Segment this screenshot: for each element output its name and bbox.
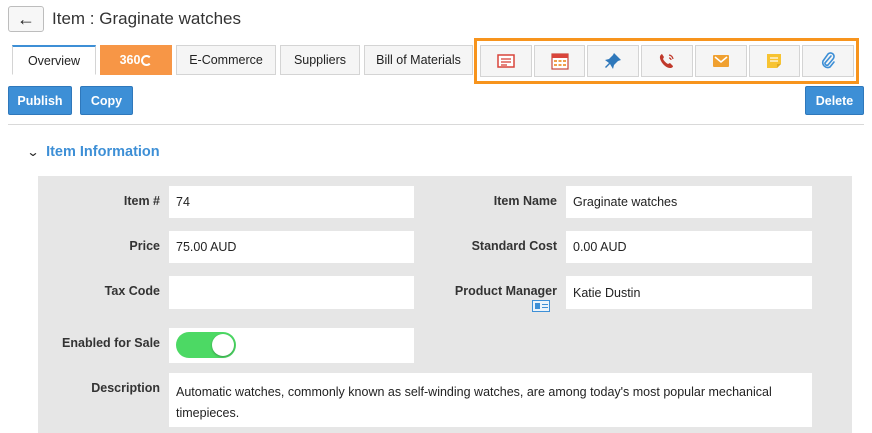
delete-button[interactable]: Delete <box>805 86 864 115</box>
price-field[interactable]: 75.00 AUD <box>169 231 414 263</box>
tab-bill-of-materials[interactable]: Bill of Materials <box>364 45 473 75</box>
item-number-field[interactable]: 74 <box>169 186 414 218</box>
contact-card-icon[interactable] <box>532 300 550 312</box>
price-label: Price <box>129 239 160 253</box>
tab-notes-list[interactable] <box>480 45 532 77</box>
tab-overview[interactable]: Overview <box>12 45 96 75</box>
item-number-label: Item # <box>123 194 160 208</box>
tab-360[interactable]: 360 <box>100 45 172 75</box>
tab-email[interactable] <box>694 45 747 77</box>
phone-icon <box>659 54 674 68</box>
tab-e-commerce[interactable]: E-Commerce <box>176 45 276 75</box>
tab-calendar[interactable] <box>533 45 586 77</box>
tab-calls[interactable] <box>641 45 693 77</box>
description-field[interactable]: Automatic watches, commonly known as sel… <box>169 373 812 427</box>
page-title: Item : Graginate watches <box>52 9 241 28</box>
pin-icon <box>605 53 622 69</box>
product-manager-label: Product Manager <box>454 284 557 298</box>
refresh-icon <box>141 54 153 66</box>
publish-button[interactable]: Publish <box>8 86 72 115</box>
description-label: Description <box>91 381 160 395</box>
note-icon <box>767 54 782 68</box>
copy-button[interactable]: Copy <box>80 86 133 115</box>
calendar-icon <box>550 53 569 70</box>
arrow-left-icon: ← <box>17 8 35 29</box>
tab-bar: Overview 360 E-Commerce Suppliers Bill o… <box>12 45 477 75</box>
enabled-for-sale-toggle[interactable] <box>176 332 236 358</box>
standard-cost-label: Standard Cost <box>471 239 557 253</box>
document-icon <box>497 54 515 68</box>
mail-icon <box>712 55 729 67</box>
title-bar: ← Item : Graginate watches <box>8 6 241 32</box>
tax-code-field[interactable] <box>169 276 414 309</box>
tax-code-label: Tax Code <box>104 284 160 298</box>
enabled-for-sale-label: Enabled for Sale <box>62 336 160 350</box>
chevron-down-icon: ⌄ <box>26 145 40 159</box>
section-header[interactable]: ⌄ Item Information <box>26 144 160 160</box>
standard-cost-field[interactable]: 0.00 AUD <box>566 231 812 263</box>
section-title: Item Information <box>46 144 160 160</box>
divider <box>8 124 864 125</box>
activity-icon-tabs <box>474 38 859 84</box>
tab-attachments[interactable] <box>802 45 855 77</box>
back-button[interactable]: ← <box>8 6 44 32</box>
paperclip-icon <box>822 52 835 69</box>
tab-notes[interactable] <box>748 45 801 77</box>
item-name-label: Item Name <box>493 194 557 208</box>
toggle-knob <box>212 334 234 356</box>
product-manager-field[interactable]: Katie Dustin <box>566 276 812 309</box>
tab-suppliers[interactable]: Suppliers <box>280 45 360 75</box>
tab-tasks[interactable] <box>587 45 640 77</box>
item-name-field[interactable]: Graginate watches <box>566 186 812 218</box>
